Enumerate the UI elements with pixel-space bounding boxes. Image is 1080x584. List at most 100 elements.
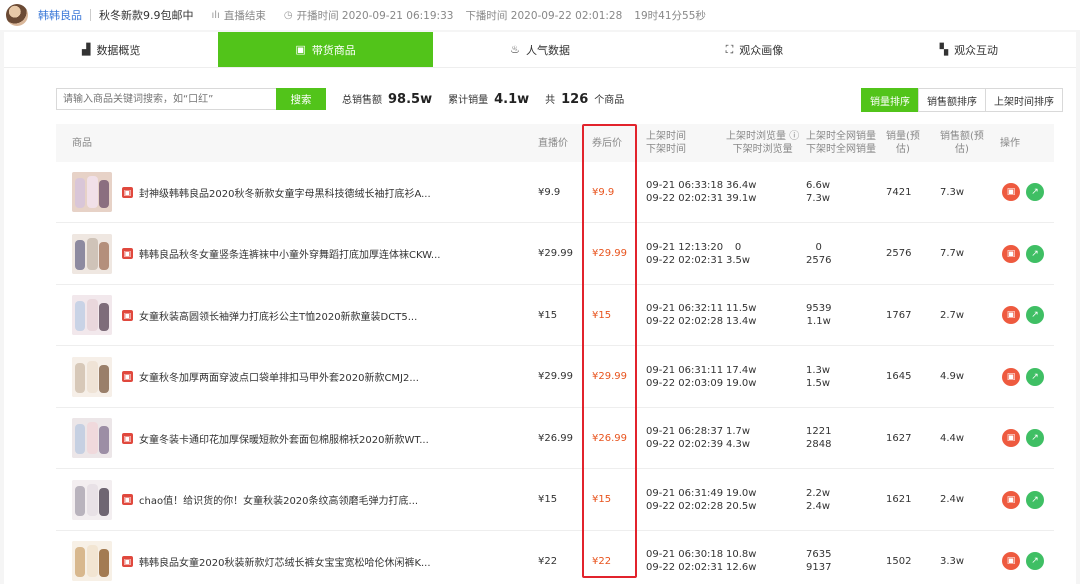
amount-estimate: 7.3w <box>940 186 965 198</box>
product-thumbnail[interactable] <box>72 418 112 458</box>
tab-audience[interactable]: ⛶ 观众画像 <box>647 32 861 67</box>
views: 10.8w 12.6w <box>726 531 756 584</box>
net-sales: 1.3w 1.5w <box>806 347 830 407</box>
on-shelf-time: 09-21 06:31:11 <box>646 364 724 376</box>
divider <box>90 9 91 21</box>
live-price: ¥26.99 <box>538 432 573 444</box>
shelf-times: 09-21 06:31:11 09-22 02:03:09 <box>646 347 723 407</box>
col-label: 估) <box>896 144 910 155</box>
trend-chart-icon[interactable]: ↗ <box>1026 306 1044 324</box>
col-label-text: 上架时浏览量 <box>726 131 786 142</box>
net-sales-on: 6.6w <box>806 180 831 191</box>
fire-icon: ♨ <box>510 43 520 56</box>
sort-by-amount[interactable]: 销售额排序 <box>918 88 986 112</box>
net-sales: 2.2w 2.4w <box>806 470 830 530</box>
shop-bag-icon[interactable]: ▣ <box>1002 490 1020 509</box>
tab-popularity[interactable]: ♨ 人气数据 <box>433 32 647 67</box>
stat-value: 98.5w <box>388 92 433 107</box>
product-name[interactable]: chao值！给识货的你！女童秋装2020条纹高领磨毛弹力打底... <box>139 492 418 507</box>
sales-estimate: 1627 <box>886 432 912 444</box>
tmall-icon: ▣ <box>122 309 133 321</box>
shop-bag-icon[interactable]: ▣ <box>1002 306 1020 324</box>
views-on: 36.4w <box>726 180 757 191</box>
views-off: 19.0w <box>726 377 757 389</box>
after-coupon-price: ¥22 <box>592 555 612 567</box>
net-sales-off: 2576 <box>806 254 832 266</box>
after-coupon-price: ¥15 <box>592 309 612 321</box>
tab-products[interactable]: ▣ 带货商品 <box>218 32 433 67</box>
search-button[interactable]: 搜索 <box>276 88 326 110</box>
amount-estimate: 4.4w <box>940 432 965 444</box>
sort-by-time[interactable]: 上架时间排序 <box>985 88 1063 112</box>
product-count: 共 126 个商品 <box>545 91 624 107</box>
off-shelf-time: 09-22 02:02:31 <box>646 193 724 204</box>
table-row: ▣ chao值！给识货的你！女童秋装2020条纹高领磨毛弹力打底... ¥15 … <box>56 470 1054 531</box>
product-name[interactable]: 韩韩良品女童2020秋装新款灯芯绒长裤女宝宝宽松哈伦休闲裤K... <box>139 554 431 569</box>
net-sales-off: 1.5w <box>806 377 831 389</box>
views-on: 19.0w <box>726 487 757 499</box>
net-sales-on: 9539 <box>806 303 832 314</box>
product-name[interactable]: 封神级韩韩良品2020秋冬新款女童字母黑科技德绒长袖打底衫A... <box>139 185 431 200</box>
sales-estimate: 2576 <box>886 248 912 259</box>
table-row: ▣ 女童秋装高圆领长袖弹力打底衫公主T恤2020新款童装DCT5... ¥15 … <box>56 285 1054 346</box>
product-name[interactable]: 女童秋装高圆领长袖弹力打底衫公主T恤2020新款童装DCT5... <box>139 308 417 323</box>
trend-chart-icon[interactable]: ↗ <box>1026 367 1044 386</box>
amount-estimate: 7.7w <box>940 248 965 259</box>
live-header: 韩韩良品 秋冬新款9.9包邮中 ılı 直播结束 ◷ 开播时间 2020-09-… <box>0 0 1080 30</box>
live-price: ¥15 <box>538 309 558 321</box>
off-shelf-time: 09-22 02:02:39 <box>646 439 724 450</box>
product-name[interactable]: 女童秋冬加厚两面穿波点口袋单排扣马甲外套2020新款CMJ2... <box>139 369 419 384</box>
views: 1.7w 4.3w <box>726 408 750 468</box>
shelf-times: 09-21 12:13:20 09-22 02:02:31 <box>646 224 723 284</box>
trend-chart-icon[interactable]: ↗ <box>1026 490 1044 509</box>
product-thumbnail[interactable] <box>72 233 112 274</box>
product-thumbnail[interactable] <box>72 541 112 581</box>
views: 17.4w 19.0w <box>726 347 756 407</box>
product-cell: ▣ chao值！给识货的你！女童秋装2020条纹高领磨毛弹力打底... <box>72 470 418 530</box>
shop-bag-icon[interactable]: ▣ <box>1002 244 1020 263</box>
col-op: 操作 <box>1000 137 1020 149</box>
tab-overview[interactable]: ▟ 数据概览 <box>4 32 218 67</box>
info-icon[interactable]: ⓘ <box>789 131 799 142</box>
tab-label: 数据概览 <box>96 43 141 57</box>
tab-interaction[interactable]: ▚ 观众互动 <box>862 32 1076 67</box>
shop-avatar[interactable] <box>6 4 28 26</box>
views-off: 20.5w <box>726 500 757 512</box>
sort-by-sales[interactable]: 销量排序 <box>861 88 919 112</box>
live-price: ¥9.9 <box>538 186 561 198</box>
trend-chart-icon[interactable]: ↗ <box>1026 552 1044 570</box>
shop-bag-icon[interactable]: ▣ <box>1002 552 1020 570</box>
live-meta: ılı 直播结束 ◷ 开播时间 2020-09-21 06:19:33 下播时间… <box>194 8 706 23</box>
trend-chart-icon[interactable]: ↗ <box>1026 429 1044 447</box>
tmall-icon: ▣ <box>122 555 133 567</box>
product-thumbnail[interactable] <box>72 295 112 335</box>
product-thumbnail[interactable] <box>72 356 112 397</box>
product-thumbnail[interactable] <box>72 172 112 212</box>
net-sales: 7635 9137 <box>806 531 831 584</box>
shop-bag-icon[interactable]: ▣ <box>1002 367 1020 386</box>
tmall-icon: ▣ <box>122 371 133 382</box>
trend-chart-icon[interactable]: ↗ <box>1026 244 1044 263</box>
sort-buttons: 销量排序 销售额排序 上架时间排序 <box>861 88 1063 112</box>
views-off: 39.1w <box>726 193 757 204</box>
col-sales: 销量(预 估) <box>886 124 920 162</box>
product-cell: ▣ 韩韩良品女童2020秋装新款灯芯绒长裤女宝宝宽松哈伦休闲裤K... <box>72 531 431 584</box>
tab-label: 观众画像 <box>739 43 784 57</box>
live-price: ¥22 <box>538 555 558 567</box>
table-row: ▣ 韩韩良品女童2020秋装新款灯芯绒长裤女宝宝宽松哈伦休闲裤K... ¥22 … <box>56 531 1054 584</box>
shop-bag-icon[interactable]: ▣ <box>1002 429 1020 447</box>
operations: ▣ ↗ <box>1002 162 1050 222</box>
shop-bag-icon[interactable]: ▣ <box>1002 183 1020 201</box>
shelf-times: 09-21 06:28:37 09-22 02:02:39 <box>646 408 723 468</box>
shop-name[interactable]: 韩韩良品 <box>38 7 82 23</box>
views-on: 0 <box>734 241 742 253</box>
col-net-sales: 上架时全网销量 下架时全网销量 <box>806 124 876 162</box>
product-thumbnail[interactable] <box>72 479 112 520</box>
trend-chart-icon[interactable]: ↗ <box>1026 183 1044 201</box>
product-name[interactable]: 女童冬装卡通印花加厚保暖短款外套面包棉服棉袄2020新款WT... <box>139 431 429 446</box>
start-time: 开播时间 2020-09-21 06:19:33 <box>296 9 454 22</box>
product-name[interactable]: 韩韩良品秋冬女童竖条连裤袜中小童外穿舞蹈打底加厚连体袜CKW... <box>139 246 440 261</box>
operations: ▣ ↗ <box>1002 224 1050 284</box>
search-input[interactable] <box>56 88 276 110</box>
stat-label: 累计销量 <box>448 95 489 106</box>
